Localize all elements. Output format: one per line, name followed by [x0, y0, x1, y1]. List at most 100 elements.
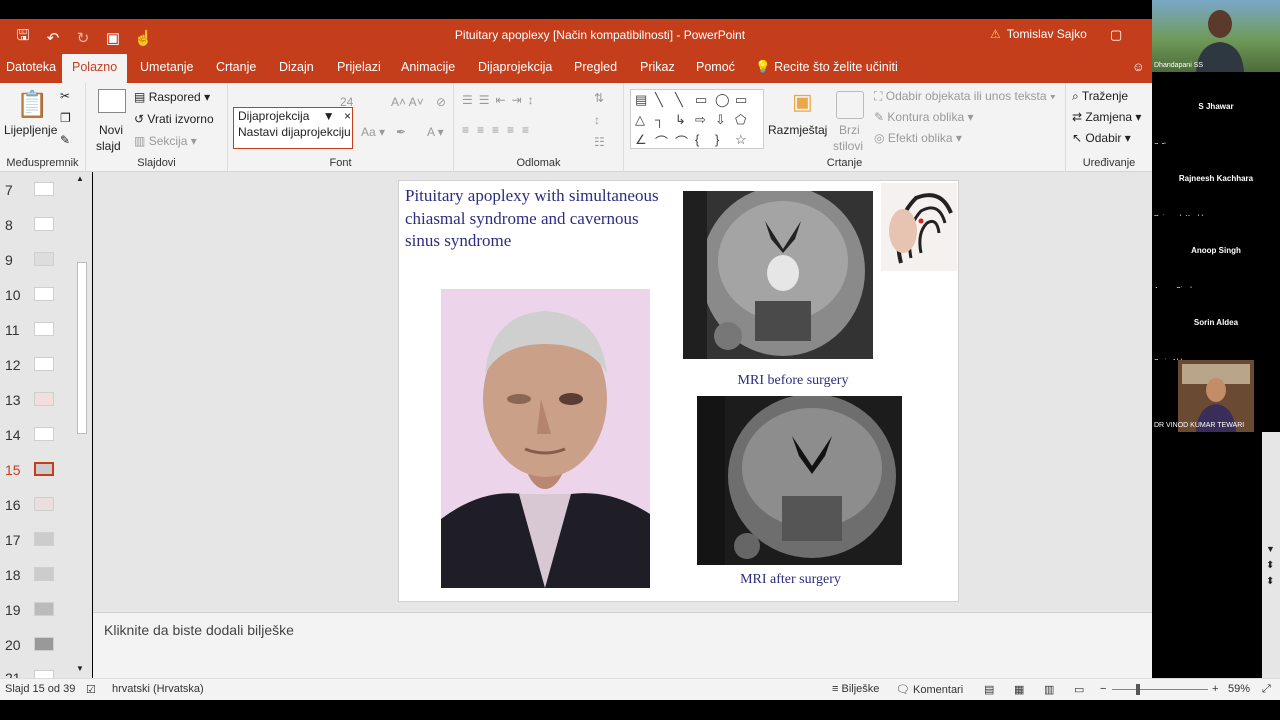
thumbnail-slide-20[interactable]: 20	[0, 631, 78, 661]
tab-view[interactable]: Prikaz	[640, 60, 675, 74]
slide-sorter-icon[interactable]: ▦	[1014, 683, 1024, 696]
close-icon[interactable]: ×	[344, 109, 351, 123]
reading-view-icon[interactable]: ▥	[1044, 683, 1054, 696]
tab-draw[interactable]: Crtanje	[216, 60, 256, 74]
align-icons[interactable]: ≡≡≡≡≡	[462, 123, 537, 137]
font-size-aa-icon[interactable]: Aa ▾	[361, 125, 385, 139]
zoom-slider[interactable]	[1112, 689, 1208, 690]
replace-button[interactable]: ⇄ Zamjena ▾	[1072, 110, 1141, 124]
star-icon[interactable]: ☆	[735, 132, 755, 152]
tab-insert[interactable]: Umetanje	[140, 60, 194, 74]
participant-tile[interactable]: Sorin Aldea Sorin Aldea	[1152, 288, 1280, 366]
touch-mode-icon[interactable]: ☝	[134, 29, 153, 47]
tab-review[interactable]: Pregled	[574, 60, 617, 74]
connector-icon[interactable]: ┐	[655, 112, 675, 132]
thumbnail-slide-14[interactable]: 14	[0, 421, 78, 451]
rectangle-icon[interactable]: ▭	[735, 92, 755, 112]
ribbon-display-options-icon[interactable]: ▢	[1110, 27, 1122, 43]
tab-file[interactable]: Datoteka	[6, 60, 56, 74]
quick-styles-label-1[interactable]: Brzi	[839, 123, 860, 137]
rectangle-icon[interactable]: ▭	[695, 92, 715, 112]
quick-styles-icon[interactable]	[836, 91, 864, 119]
tell-me-search[interactable]: 💡 Recite što želite učiniti	[755, 60, 898, 75]
participant-tile-video[interactable]: DR VINOD KUMAR TEWARI	[1152, 360, 1280, 432]
thumbnail-slide-9[interactable]: 9	[0, 246, 78, 276]
curve-icon[interactable]: ∠	[635, 132, 655, 152]
comments-toggle[interactable]: 🗨 Komentari	[896, 683, 963, 696]
thumbnail-slide-8[interactable]: 8	[0, 211, 78, 241]
patient-photo[interactable]	[441, 289, 650, 588]
thumbnail-slide-19[interactable]: 19	[0, 596, 78, 626]
zoom-level[interactable]: 59%	[1228, 683, 1250, 695]
cut-icon[interactable]: ✂	[60, 89, 70, 103]
textbox-icon[interactable]: ▤	[635, 92, 655, 112]
thumbnail-slide-16[interactable]: 16	[0, 491, 78, 521]
zoom-in-icon[interactable]: +	[1212, 683, 1218, 695]
thumbnail-slide-18[interactable]: 18	[0, 561, 78, 591]
dropdown-item-slideshow[interactable]: Dijaprojekcija ▼ ×	[234, 108, 352, 124]
section-button[interactable]: ▥ Sekcija ▾	[134, 134, 197, 148]
select-button[interactable]: ↖ Odabir ▾	[1072, 131, 1131, 145]
thumbnail-slide-10[interactable]: 10	[0, 281, 78, 311]
scrollbar-thumb[interactable]	[77, 262, 87, 434]
participant-tile[interactable]: Rajneesh Kachhara Rajneesh Kachhara	[1152, 144, 1280, 222]
next-slide-icon[interactable]: ⬍	[1266, 576, 1274, 587]
slideshow-dropdown[interactable]: Dijaprojekcija ▼ × Nastavi dijaprojekcij…	[233, 107, 353, 149]
thumbnail-slide-13[interactable]: 13	[0, 386, 78, 416]
triangle-icon[interactable]: △	[635, 112, 655, 132]
arrow-right-icon[interactable]: ⇨	[695, 112, 715, 132]
slide-title[interactable]: Pituitary apoplexy with simultaneous chi…	[405, 185, 675, 253]
scroll-down-icon[interactable]: ▼	[76, 664, 84, 673]
text-direction-icon[interactable]: ⇅	[594, 91, 604, 105]
tab-home[interactable]: Polazno	[62, 54, 128, 83]
language-indicator[interactable]: hrvatski (Hrvatska)	[112, 683, 204, 695]
redo-icon[interactable]: ↻	[74, 29, 92, 47]
participant-tile[interactable]: S Jhawar S Jhawar	[1152, 72, 1280, 150]
arc-icon[interactable]: ⌒	[655, 132, 675, 152]
list-icons[interactable]: ☰☰⇤⇥↕	[462, 93, 540, 107]
participant-tile-video[interactable]: Dhandapani SS	[1152, 0, 1280, 72]
paste-icon[interactable]: 📋	[16, 89, 48, 120]
zoom-out-icon[interactable]: −	[1100, 683, 1106, 695]
arrow-down-icon[interactable]: ⇩	[715, 112, 735, 132]
smartart-icon[interactable]: ☷	[594, 135, 605, 149]
connector-icon[interactable]: ↳	[675, 112, 695, 132]
thumbnail-scrollbar[interactable]: ▲ ▼	[74, 172, 90, 678]
fit-to-window-icon[interactable]: ⤢	[1262, 683, 1271, 696]
quick-styles-label-2[interactable]: stilovi	[833, 139, 863, 153]
tab-animations[interactable]: Animacije	[401, 60, 455, 74]
tab-slideshow[interactable]: Dijaprojekcija	[478, 60, 552, 74]
copy-icon[interactable]: ❐	[60, 111, 71, 125]
normal-view-icon[interactable]: ▤	[984, 683, 994, 696]
scroll-up-icon[interactable]: ▲	[76, 174, 84, 183]
oval-icon[interactable]: ◯	[715, 92, 735, 112]
shape-fill-button[interactable]: ⛶ Odabir objekata ili unos teksta ▾	[874, 89, 1056, 104]
clear-format-icon[interactable]: ⊘	[436, 95, 446, 109]
grow-font-icon[interactable]: A˄ A˅	[391, 95, 424, 109]
find-button[interactable]: ⌕ Traženje	[1072, 89, 1128, 104]
mri-before-image[interactable]	[683, 191, 873, 359]
tab-help[interactable]: Pomoć	[696, 60, 735, 74]
present-icon[interactable]: ▣	[104, 29, 122, 47]
layout-button[interactable]: ▤ Raspored ▾	[134, 90, 210, 104]
head-diagram-image[interactable]	[881, 183, 957, 271]
brace-open-icon[interactable]: {	[695, 132, 715, 152]
thumbnail-slide-15[interactable]: 15	[0, 456, 78, 486]
reset-button[interactable]: ↺ Vrati izvorno	[134, 112, 214, 126]
new-slide-label-1[interactable]: Novi	[99, 123, 123, 137]
scroll-down-icon[interactable]: ▼	[1266, 544, 1275, 554]
highlight-icon[interactable]: ✒	[396, 125, 406, 139]
shapes-gallery[interactable]: ▤ ╲ ╲ ▭ ◯ ▭ △ ┐ ↳ ⇨ ⇩ ⬠ ∠ ⌒ ⌒{} ☆	[630, 89, 764, 152]
share-icon[interactable]: ☺	[1132, 60, 1145, 74]
notes-pane[interactable]: Kliknite da biste dodali bilješke	[93, 612, 1152, 678]
arrange-button[interactable]: Razmještaj	[768, 123, 827, 137]
zoom-slider-thumb[interactable]	[1136, 684, 1140, 695]
spellcheck-icon[interactable]: ☑	[86, 683, 96, 696]
previous-slide-icon[interactable]: ⬍	[1266, 560, 1274, 571]
dropdown-item-continue-slideshow[interactable]: Nastavi dijaprojekciju	[234, 124, 352, 140]
current-slide[interactable]: Pituitary apoplexy with simultaneous chi…	[398, 180, 959, 602]
font-color-icon[interactable]: A ▾	[427, 125, 444, 139]
participant-tile[interactable]: Anoop Singh Anoop Singh	[1152, 216, 1280, 294]
tab-design[interactable]: Dizajn	[279, 60, 314, 74]
undo-icon[interactable]: ↶	[44, 29, 62, 47]
